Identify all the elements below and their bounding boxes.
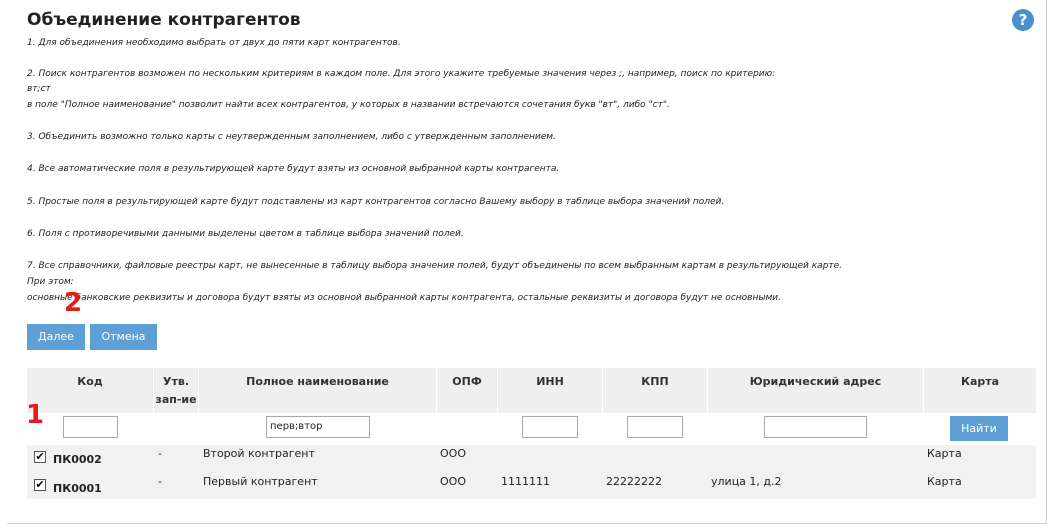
row-approved: - — [158, 447, 162, 460]
header-card[interactable]: Карта — [924, 372, 1036, 392]
instruction-7: 7. Все справочники, файловые реестры кар… — [27, 261, 843, 271]
help-icon[interactable]: ? — [1012, 9, 1034, 31]
row-full-name: Второй контрагент — [203, 447, 315, 460]
instruction-2-example: вт;ст — [27, 84, 51, 94]
row-approved: - — [158, 475, 162, 488]
row-checkbox[interactable]: ✔ — [34, 451, 46, 463]
annotation-marker-2: 2 — [64, 288, 83, 318]
header-address[interactable]: Юридический адрес — [708, 372, 923, 392]
row-code[interactable]: ПК0001 — [53, 482, 102, 495]
instruction-2: 2. Поиск контрагентов возможен по нескол… — [27, 69, 776, 79]
header-full-name[interactable]: Полное наименование — [199, 372, 436, 392]
next-button[interactable]: Далее — [27, 324, 85, 350]
annotation-marker-1: 1 — [26, 400, 45, 430]
cancel-button[interactable]: Отмена — [90, 324, 157, 350]
instruction-6: 6. Поля с противоречивыми данными выделе… — [27, 229, 464, 239]
row-address: улица 1, д.2 — [711, 475, 782, 488]
row-opf: ООО — [440, 447, 466, 460]
instruction-3: 3. Объединить возможно только карты с не… — [27, 132, 556, 142]
row-opf: ООО — [440, 475, 466, 488]
instruction-2-detail: в поле "Полное наименование" позволит на… — [27, 100, 670, 110]
row-inn: 1111111 — [501, 475, 550, 488]
row-card-link[interactable]: Карта — [927, 447, 962, 460]
header-approved[interactable]: Утв. — [154, 372, 198, 392]
instruction-7-detail: основные банковские реквизиты и договора… — [27, 293, 781, 303]
instruction-1: 1. Для объединения необходимо выбрать от… — [27, 38, 401, 48]
instruction-4: 4. Все автоматические поля в результирую… — [27, 164, 560, 174]
row-code[interactable]: ПК0002 — [53, 453, 102, 466]
header-approved-line2: зап-ие — [155, 393, 197, 406]
inn-filter-input[interactable] — [522, 416, 578, 438]
instruction-7-note: При этом: — [27, 277, 74, 287]
row-checkbox[interactable]: ✔ — [34, 479, 46, 491]
address-filter-input[interactable] — [764, 416, 867, 438]
find-button[interactable]: Найти — [950, 416, 1008, 441]
table-body — [27, 445, 1036, 499]
header-kpp[interactable]: КПП — [603, 372, 707, 392]
row-card-link[interactable]: Карта — [927, 475, 962, 488]
code-filter-input[interactable] — [63, 416, 118, 438]
row-kpp: 22222222 — [606, 475, 662, 488]
instruction-5: 5. Простые поля в результирующей карте б… — [27, 197, 725, 207]
page-title: Объединение контрагентов — [27, 10, 301, 30]
header-opf[interactable]: ОПФ — [437, 372, 497, 392]
header-inn[interactable]: ИНН — [498, 372, 602, 392]
row-full-name: Первый контрагент — [203, 475, 318, 488]
full-name-filter-input[interactable]: перв;втор — [266, 416, 370, 438]
header-code[interactable]: Код — [27, 372, 153, 392]
kpp-filter-input[interactable] — [627, 416, 683, 438]
